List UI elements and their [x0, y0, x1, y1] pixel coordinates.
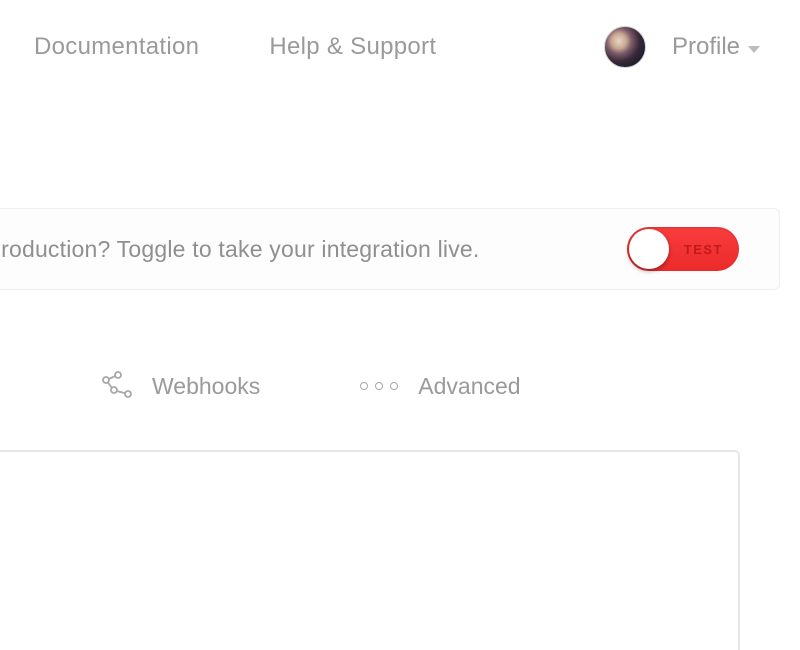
live-toggle[interactable]: TEST: [627, 227, 739, 271]
more-icon: [360, 382, 398, 390]
nav-help-link[interactable]: Help & Support: [269, 33, 436, 61]
toggle-knob: [629, 229, 669, 269]
top-nav: Documentation Help & Support Profile: [0, 0, 800, 88]
settings-tabs: Webhooks Advanced: [0, 290, 800, 402]
tab-webhooks-label: Webhooks: [152, 373, 260, 400]
toggle-label: TEST: [684, 242, 723, 257]
avatar[interactable]: [604, 26, 646, 68]
nav-documentation-link[interactable]: Documentation: [34, 33, 199, 61]
content-panel: [0, 450, 740, 650]
chevron-down-icon: [748, 46, 760, 53]
profile-label: Profile: [672, 33, 740, 61]
go-live-banner: Ready for production? Toggle to take you…: [0, 208, 780, 290]
webhooks-icon: [100, 370, 132, 402]
tab-advanced-label: Advanced: [418, 373, 520, 400]
tab-webhooks[interactable]: Webhooks: [100, 370, 260, 402]
banner-text: Ready for production? Toggle to take you…: [0, 236, 603, 263]
tab-advanced[interactable]: Advanced: [360, 373, 520, 400]
profile-menu[interactable]: Profile: [672, 33, 760, 61]
